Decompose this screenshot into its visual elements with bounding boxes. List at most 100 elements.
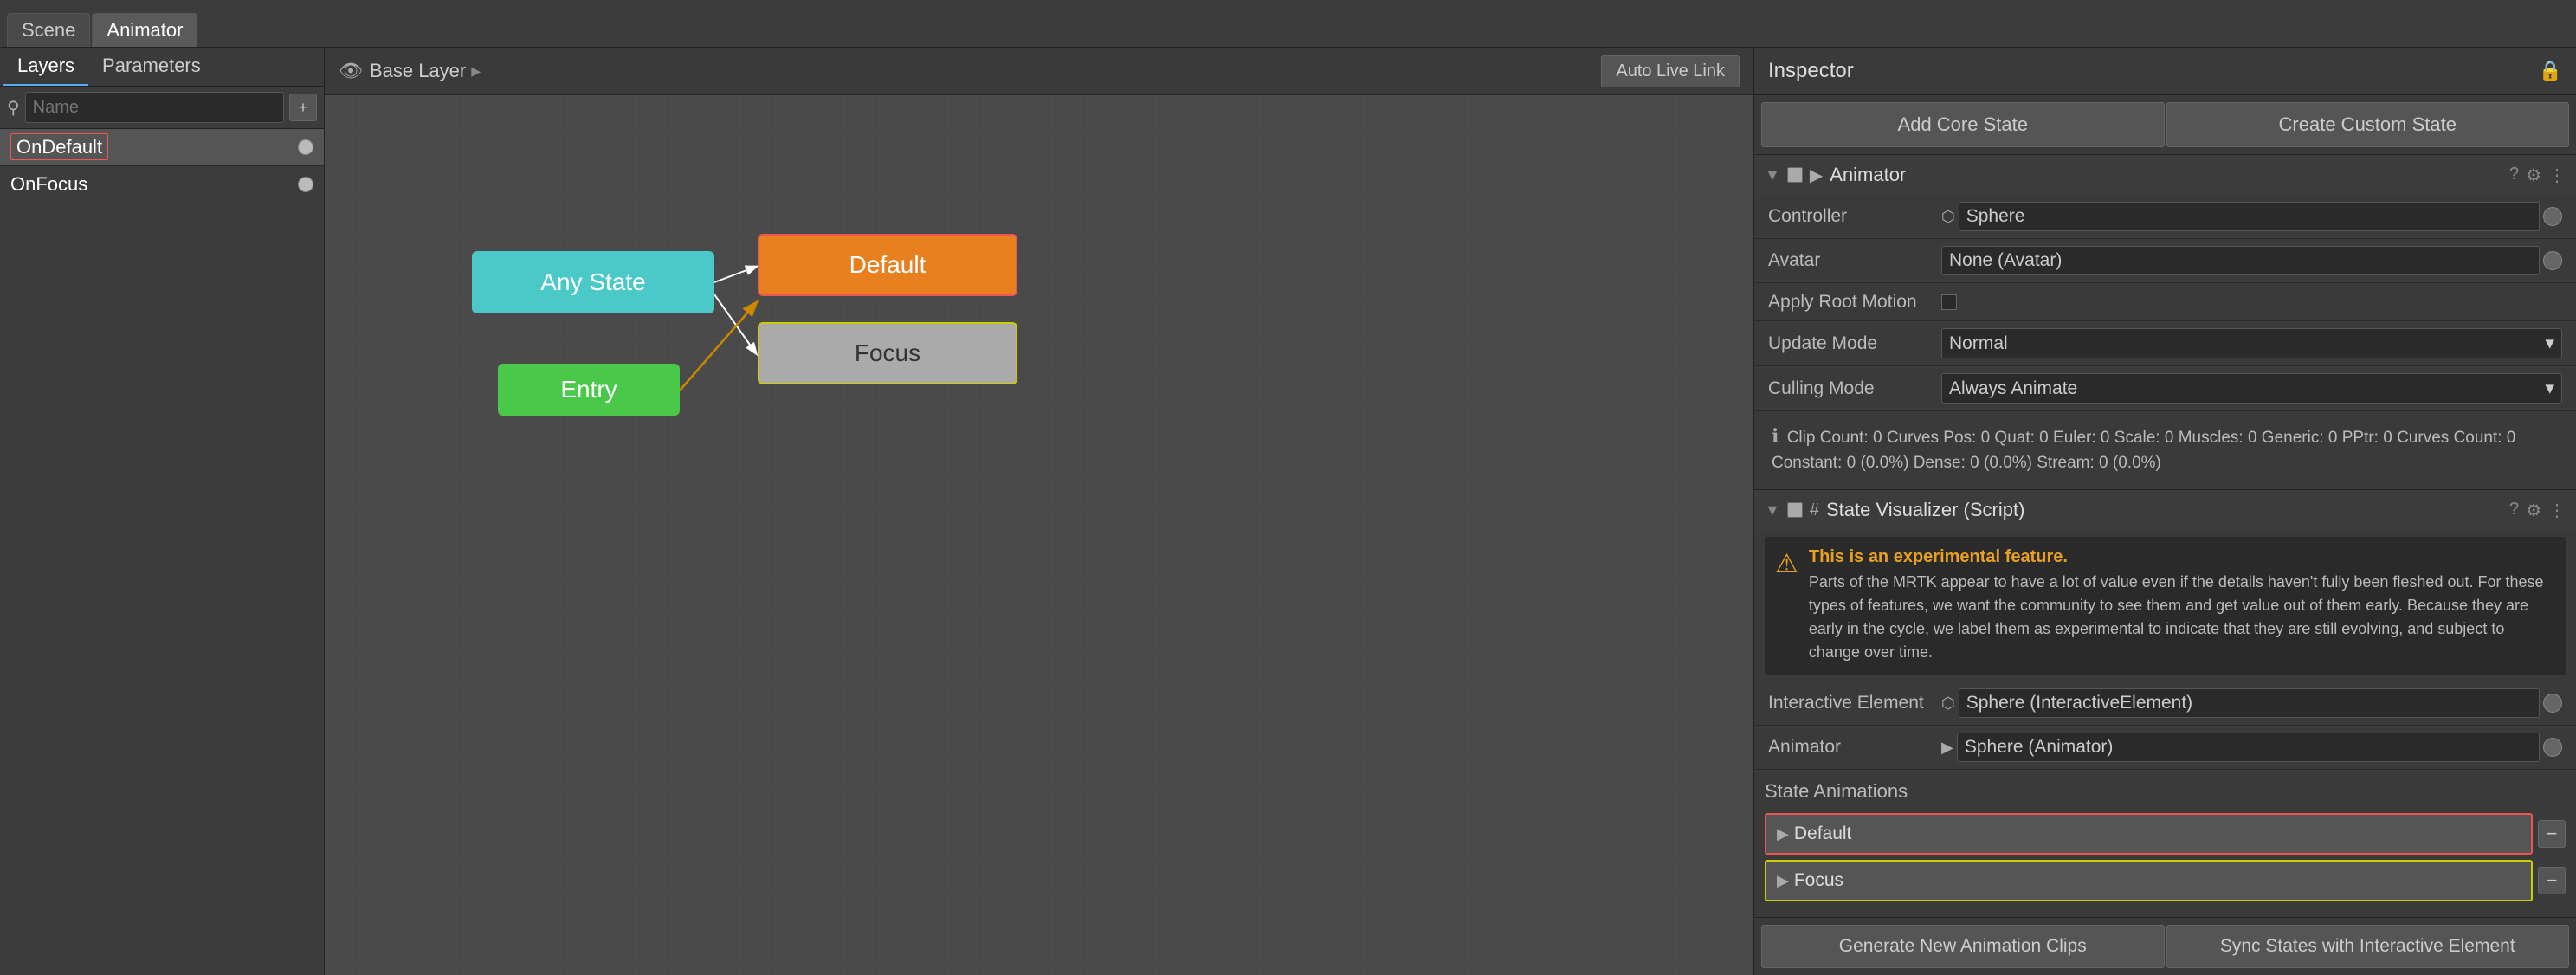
action-buttons: Add Core State Create Custom State [1754,95,2576,155]
tab-animator[interactable]: Animator [92,13,197,47]
prop-interactive-element: Interactive Element ⬡ Sphere (Interactiv… [1754,681,2576,726]
state-entry[interactable]: Entry [498,364,680,416]
layer-item-onfocus[interactable]: OnFocus [0,166,324,203]
breadcrumb-arrow: ▸ [471,60,481,82]
animator-canvas[interactable]: Any State Entry Default Focus [325,95,1753,975]
prop-animator-label: Animator [1768,737,1941,758]
state-visualizer-checkbox[interactable] [1787,502,1803,518]
anim-default-minus[interactable]: − [2538,820,2566,848]
root-motion-checkbox[interactable] [1941,294,1957,310]
add-layer-button[interactable]: + [289,94,317,121]
tab-scene[interactable]: Scene [7,13,90,47]
state-any[interactable]: Any State [472,251,714,313]
prop-root-motion-label: Apply Root Motion [1768,292,1941,313]
prop-update-mode-value: Normal ▾ [1941,328,2562,358]
anim-item-default: ▶ Default − [1765,813,2566,855]
generate-animation-clips-button[interactable]: Generate New Animation Clips [1761,925,2165,968]
select-arrow-icon-2: ▾ [2545,378,2554,399]
prop-ie-label: Interactive Element [1768,693,1941,713]
animator-panel: 👁 Base Layer ▸ Auto Live Link [325,48,1753,975]
warning-box: ⚠ This is an experimental feature. Parts… [1765,537,2566,675]
prop-animator-circle[interactable] [2543,738,2562,757]
eye-icon[interactable]: 👁 [339,60,363,82]
anim-box-focus[interactable]: ▶ Focus [1765,860,2533,901]
ie-icon: ⬡ [1941,694,1955,713]
anim-box-default[interactable]: ▶ Default [1765,813,2533,855]
state-visualizer-help-icon[interactable]: ? [2509,500,2519,521]
lock-icon[interactable]: 🔒 [2539,60,2562,82]
state-visualizer-collapse-icon: ▼ [1765,501,1780,520]
prop-avatar-text: None (Avatar) [1941,246,2540,275]
state-visualizer-overflow-icon[interactable]: ⋮ [2548,500,2566,521]
warning-content: This is an experimental feature. Parts o… [1809,547,2555,664]
state-focus[interactable]: Focus [758,322,1017,384]
overflow-icon[interactable]: ⋮ [2548,165,2566,186]
clip-info-text: Clip Count: 0 Curves Pos: 0 Quat: 0 Eule… [1772,429,2515,472]
anim-focus-minus[interactable]: − [2538,867,2566,894]
prop-controller: Controller ⬡ Sphere [1754,195,2576,239]
prop-ie-circle[interactable] [2543,694,2562,713]
bottom-buttons: Generate New Animation Clips Sync States… [1754,917,2576,975]
state-animations-section: State Animations ▶ Default − ▶ Focus − [1754,770,2576,914]
search-icon: ⚲ [7,97,20,119]
state-visualizer-title: State Visualizer (Script) [1826,499,2502,521]
layer-circle-ondefault [298,139,313,155]
sphere-icon: ⬡ [1941,208,1955,226]
info-icon: ℹ [1772,425,1779,447]
inspector-panel: Inspector 🔒 Add Core State Create Custom… [1753,48,2576,975]
state-visualizer-script-icon: # [1810,500,1819,520]
prop-update-mode-label: Update Mode [1768,333,1941,354]
settings-icon[interactable]: ⚙ [2526,165,2541,186]
layer-circle-onfocus [298,177,313,192]
animator-icon: ▶ [1941,739,1953,757]
prop-avatar: Avatar None (Avatar) [1754,239,2576,283]
tab-layers[interactable]: Layers [3,48,88,86]
culling-mode-select[interactable]: Always Animate ▾ [1941,373,2562,404]
prop-controller-circle[interactable] [2543,207,2562,226]
left-tabs: Layers Parameters [0,48,324,87]
help-icon[interactable]: ? [2509,165,2519,186]
inspector-header: Inspector 🔒 [1754,48,2576,95]
animator-section-icon: ▶ [1810,165,1823,186]
auto-live-link-button[interactable]: Auto Live Link [1601,55,1740,87]
state-visualizer-section: ▼ # State Visualizer (Script) ? ⚙ ⋮ ⚠ Th… [1754,490,2576,914]
warning-text: Parts of the MRTK appear to have a lot o… [1809,571,2555,664]
search-bar: ⚲ + [0,87,324,129]
prop-update-mode: Update Mode Normal ▾ [1754,321,2576,366]
state-default[interactable]: Default [758,234,1017,296]
sync-states-button[interactable]: Sync States with Interactive Element [2166,925,2570,968]
create-custom-state-button[interactable]: Create Custom State [2166,102,2570,147]
animator-header: 👁 Base Layer ▸ Auto Live Link [325,48,1753,95]
prop-ie-text: Sphere (InteractiveElement) [1959,688,2540,718]
add-core-state-button[interactable]: Add Core State [1761,102,2165,147]
section-actions: ? ⚙ ⋮ [2509,165,2566,186]
prop-ie-value: ⬡ Sphere (InteractiveElement) [1941,688,2562,718]
prop-animator-value: ▶ Sphere (Animator) [1941,733,2562,762]
animator-section: ▼ ▶ Animator ? ⚙ ⋮ Controller ⬡ Sphere [1754,155,2576,490]
main-layout: Layers Parameters ⚲ + OnDefault OnFocus [0,48,2576,975]
prop-culling-mode-value: Always Animate ▾ [1941,373,2562,404]
prop-animator: Animator ▶ Sphere (Animator) [1754,726,2576,770]
state-visualizer-actions: ? ⚙ ⋮ [2509,500,2566,521]
prop-animator-text: Sphere (Animator) [1957,733,2540,762]
animator-section-header[interactable]: ▼ ▶ Animator ? ⚙ ⋮ [1754,155,2576,195]
search-input[interactable] [25,92,284,123]
section-enabled-checkbox[interactable] [1787,167,1803,183]
prop-avatar-circle[interactable] [2543,251,2562,270]
prop-root-motion-value [1941,294,2562,310]
tab-parameters[interactable]: Parameters [88,48,215,86]
layer-item-ondefault[interactable]: OnDefault [0,129,324,166]
select-arrow-icon: ▾ [2545,333,2554,354]
state-visualizer-settings-icon[interactable]: ⚙ [2526,500,2541,521]
prop-controller-text: Sphere [1959,202,2540,231]
layer-list: OnDefault OnFocus [0,129,324,975]
update-mode-select[interactable]: Normal ▾ [1941,328,2562,358]
state-visualizer-header[interactable]: ▼ # State Visualizer (Script) ? ⚙ ⋮ [1754,490,2576,530]
animator-section-title: Animator [1830,164,2502,186]
anim-item-focus: ▶ Focus − [1765,860,2566,901]
prop-controller-label: Controller [1768,206,1941,227]
warning-title: This is an experimental feature. [1809,547,2555,567]
section-collapse-icon: ▼ [1765,166,1780,184]
prop-avatar-label: Avatar [1768,250,1941,271]
inspector-title: Inspector [1768,59,2532,83]
